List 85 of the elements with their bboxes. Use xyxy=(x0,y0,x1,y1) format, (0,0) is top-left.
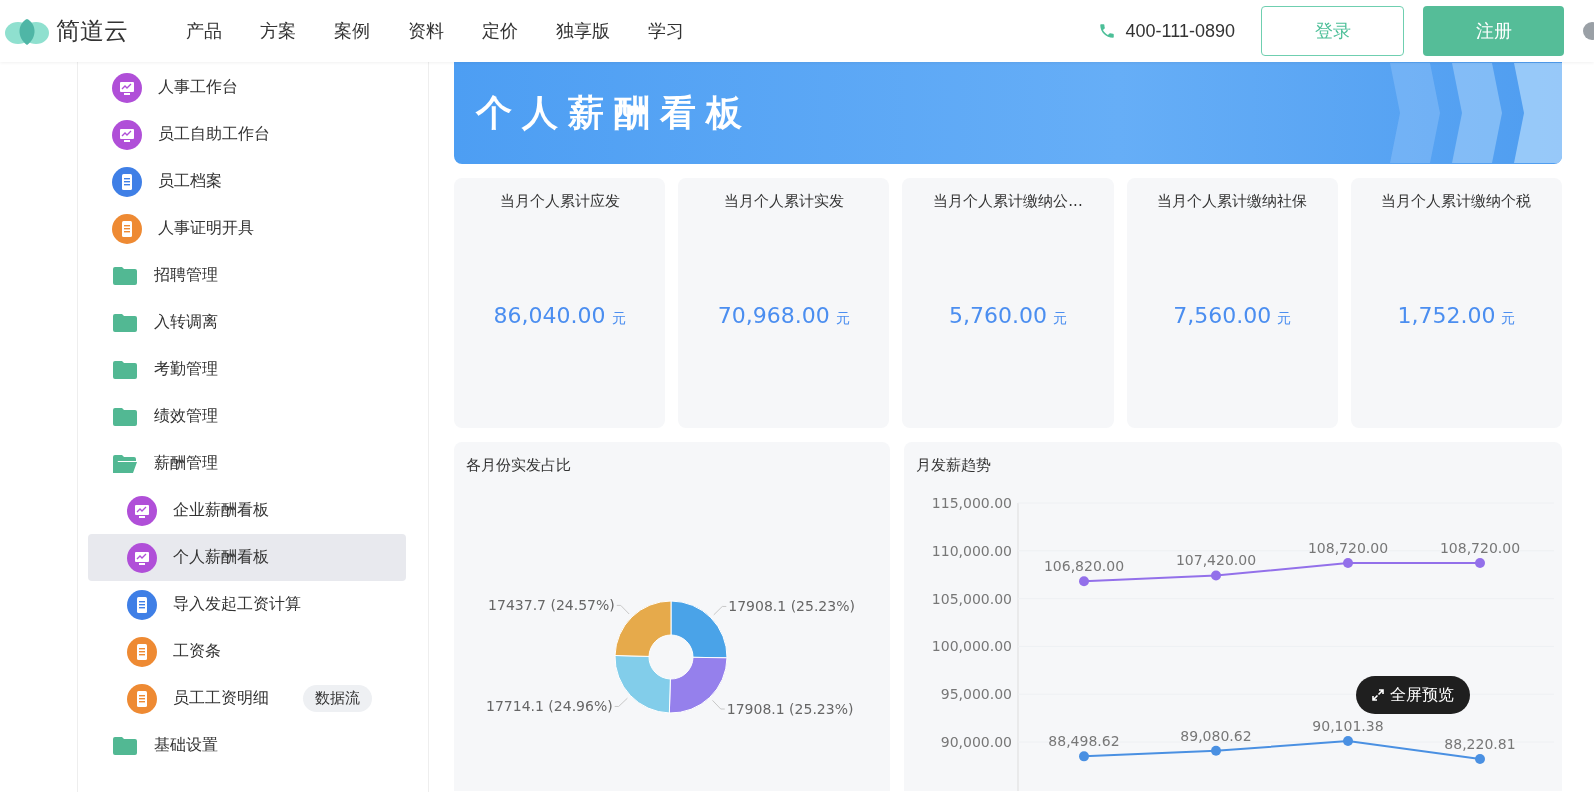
unit-label: 元 xyxy=(1501,310,1516,328)
expand-icon xyxy=(1372,689,1384,701)
unit-label: 元 xyxy=(611,310,626,328)
data-label: 88,498.62 xyxy=(1048,733,1120,750)
sidebar-item[interactable]: 薪酬管理 xyxy=(88,440,406,487)
sidebar-item[interactable]: 入转调离 xyxy=(88,299,406,346)
chart-title: 各月份实发占比 xyxy=(466,456,571,475)
monitor-icon xyxy=(112,119,142,150)
monitor-icon xyxy=(112,72,142,103)
nav-link[interactable]: 独享版 xyxy=(556,19,610,43)
leader-line xyxy=(614,697,628,707)
stat-value: 5,760.00 xyxy=(949,303,1047,328)
data-point xyxy=(1343,736,1353,747)
nav-link[interactable]: 案例 xyxy=(334,19,370,43)
tag: 数据流 xyxy=(303,685,372,712)
phone-icon xyxy=(1097,22,1116,40)
sidebar-item[interactable]: 员工档案 xyxy=(88,158,406,205)
axis-label: 90,000.00 xyxy=(940,734,1012,750)
axis-label: 115,000.00 xyxy=(931,495,1012,511)
stat-value: 70,968.00 xyxy=(717,303,830,328)
stat-label: 当月个人累计缴纳社保 xyxy=(1157,192,1308,211)
data-point xyxy=(1211,745,1221,756)
sidebar-item[interactable]: 个人薪酬看板 xyxy=(88,534,406,581)
nav-link[interactable]: 定价 xyxy=(482,19,518,43)
phone-number: 400-111-0890 xyxy=(1125,20,1235,42)
document-icon xyxy=(112,166,142,197)
sidebar-item[interactable]: 基础设置 xyxy=(88,722,406,769)
logo-text[interactable]: 简道云 xyxy=(56,15,128,47)
data-label: 89,080.62 xyxy=(1180,727,1252,744)
sidebar-item[interactable]: 人事证明开具 xyxy=(88,205,406,252)
stat-value: 86,040.00 xyxy=(493,303,606,328)
data-point xyxy=(1475,558,1485,569)
chart-title: 月发薪趋势 xyxy=(916,456,991,475)
sidebar-item[interactable]: 企业薪酬看板 xyxy=(88,487,406,534)
data-label: 108,720.00 xyxy=(1439,540,1521,557)
data-label: 17908.1 (25.23%) xyxy=(726,701,854,717)
axis-label: 100,000.00 xyxy=(931,638,1012,655)
leader-line xyxy=(713,605,727,616)
data-label: 17908.1 (25.23%) xyxy=(728,598,855,615)
monitor-icon xyxy=(127,542,157,573)
document-icon xyxy=(127,636,157,667)
stat-value: 1,752.00 xyxy=(1397,303,1496,328)
data-label: 90,101.38 xyxy=(1312,718,1384,735)
document-icon xyxy=(127,589,157,620)
fullscreen-button[interactable]: 全屏预览 xyxy=(1356,676,1470,714)
data-label: 17437.7 (24.57%) xyxy=(488,597,615,614)
unit-label: 元 xyxy=(1277,310,1292,328)
sidebar-item[interactable]: 招聘管理 xyxy=(88,252,406,299)
data-point xyxy=(1079,751,1089,762)
stat-label: 当月个人累计缴纳个税 xyxy=(1381,192,1532,211)
unit-label: 元 xyxy=(835,310,850,328)
leader-line xyxy=(616,604,630,615)
data-point xyxy=(1475,754,1485,764)
sidebar-item[interactable]: 考勤管理 xyxy=(88,346,406,393)
sidebar-item[interactable]: 员工工资明细 数据流 xyxy=(88,675,406,722)
nav-link[interactable]: 产品 xyxy=(186,19,222,43)
leader-line xyxy=(712,699,726,710)
axis-label: 95,000.00 xyxy=(940,686,1012,703)
stat-label: 当月个人累计应发 xyxy=(499,192,620,211)
axis-label: 110,000.00 xyxy=(931,542,1012,559)
banner-title: 个人薪酬看板 xyxy=(476,90,752,135)
nav-link[interactable]: 方案 xyxy=(260,19,296,43)
stat-label: 当月个人累计实发 xyxy=(723,192,844,211)
document-icon xyxy=(127,683,157,714)
sidebar-item[interactable]: 导入发起工资计算 xyxy=(88,581,406,628)
axis-label: 105,000.00 xyxy=(931,590,1012,607)
data-label: 107,420.00 xyxy=(1175,552,1257,569)
data-point xyxy=(1079,576,1089,587)
stat-label: 当月个人累计缴纳公... xyxy=(933,192,1083,211)
data-label: 88,220.81 xyxy=(1444,736,1516,752)
unit-label: 元 xyxy=(1053,310,1067,328)
sidebar-item[interactable]: 人事工作台 xyxy=(88,64,406,111)
data-label: 106,820.00 xyxy=(1043,558,1125,575)
monitor-icon xyxy=(127,495,157,526)
data-label: 108,720.00 xyxy=(1307,540,1389,557)
data-label: 17714.1 (24.96%) xyxy=(486,698,613,715)
data-point xyxy=(1211,570,1221,581)
nav-link[interactable]: 学习 xyxy=(648,19,684,43)
document-icon xyxy=(112,213,142,244)
nav-link[interactable]: 资料 xyxy=(408,19,444,43)
stat-value: 7,560.00 xyxy=(1173,303,1272,328)
sidebar-item[interactable]: 绩效管理 xyxy=(88,393,406,440)
data-point xyxy=(1343,558,1353,569)
sidebar-item[interactable]: 员工自助工作台 xyxy=(88,111,406,158)
sidebar-item[interactable]: 工资条 xyxy=(88,628,406,675)
